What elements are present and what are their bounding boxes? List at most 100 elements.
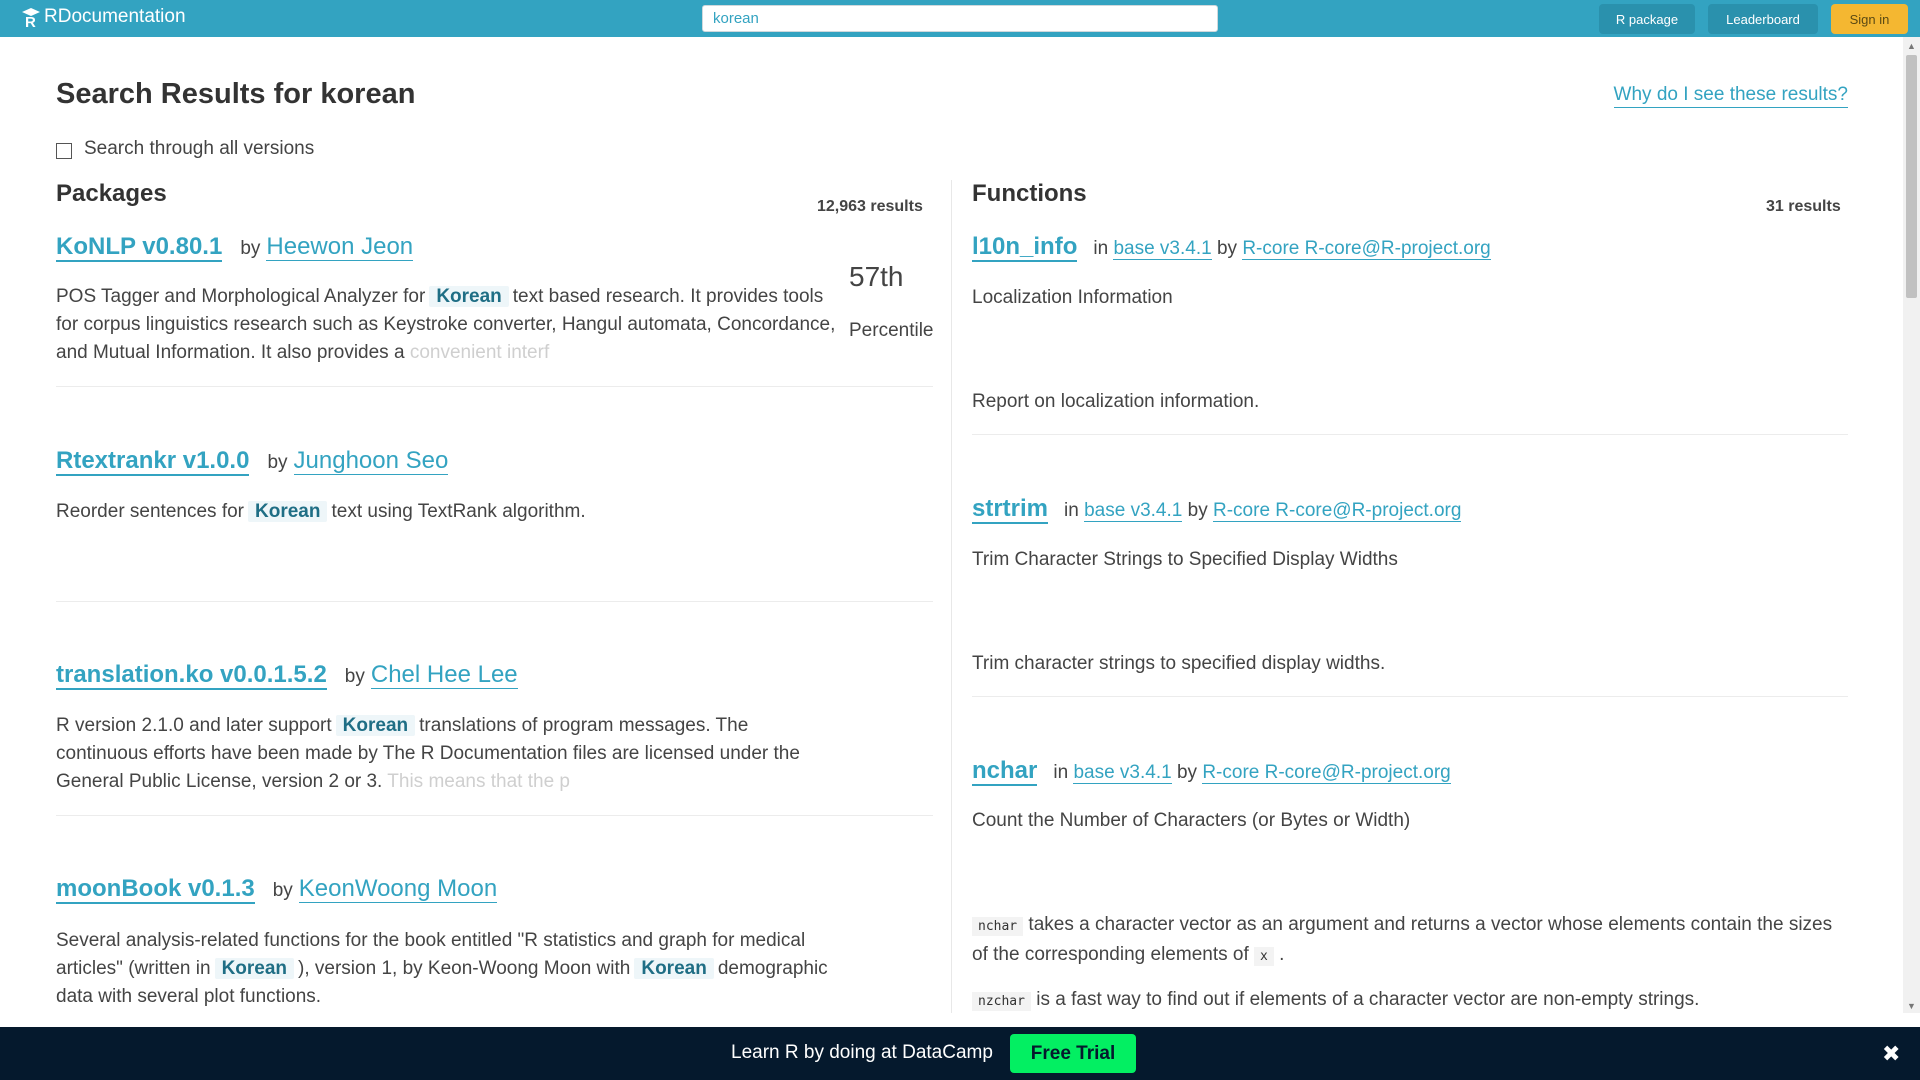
- function-meta: in base v3.4.1 by R-core R-core@R-projec…: [1053, 762, 1451, 784]
- sign-in-button[interactable]: Sign in: [1831, 4, 1908, 34]
- search-highlight: Korean: [429, 286, 509, 307]
- desc-text: takes a character vector as an argument …: [972, 914, 1833, 965]
- package-item: KoNLP v0.80.1 by Heewon Jeon: [56, 234, 414, 262]
- function-description: Trim character strings to specified disp…: [972, 653, 1386, 674]
- in-label: in: [1093, 238, 1109, 259]
- package-description: Reorder sentences for Korean text using Te…: [56, 498, 846, 526]
- package-item: moonBook v0.1.3 by KeonWoong Moon: [56, 876, 498, 904]
- function-title: Trim Character Strings to Specified Disp…: [972, 549, 1398, 570]
- all-versions-checkbox[interactable]: [56, 143, 72, 159]
- package-item: Rtextrankr v1.0.0 by Junghoon Seo: [56, 448, 449, 476]
- percentile-value: 57th: [849, 261, 904, 292]
- page-scrollbar[interactable]: ▲ ▼: [1903, 37, 1920, 1013]
- search-highlight: Korean: [248, 501, 328, 522]
- function-description: nzchar is a fast way to find out if elem…: [972, 986, 1848, 1013]
- desc-text: POS Tagger and Morphological Analyzer fo…: [56, 286, 426, 307]
- function-package-link[interactable]: base v3.4.1: [1073, 762, 1172, 784]
- all-versions-toggle[interactable]: Search through all versions: [56, 138, 314, 160]
- svg-text:R: R: [25, 14, 36, 28]
- function-package-link[interactable]: base v3.4.1: [1113, 238, 1212, 260]
- inline-code: nzchar: [972, 992, 1031, 1011]
- package-name-link[interactable]: moonBook v0.1.3: [56, 876, 255, 904]
- desc-fade-text: This means that the p: [387, 771, 570, 792]
- by-label: by: [240, 238, 261, 259]
- in-label: in: [1064, 500, 1079, 521]
- package-name-link[interactable]: translation.ko v0.0.1.5.2: [56, 662, 327, 690]
- function-name-link[interactable]: nchar: [972, 758, 1038, 786]
- package-author-link[interactable]: Chel Hee Lee: [370, 662, 518, 689]
- desc-text: text using TextRank algorithm.: [331, 501, 586, 522]
- function-name-link[interactable]: strtrim: [972, 496, 1049, 524]
- scroll-up-arrow-icon[interactable]: ▲: [1903, 41, 1920, 51]
- search-highlight: Korean: [214, 958, 295, 979]
- functions-count: 31 results: [1766, 198, 1841, 215]
- graduation-cap-r-icon: R: [20, 6, 42, 28]
- function-description: nchar takes a character vector as an arg…: [972, 911, 1848, 971]
- desc-fade-text: convenient interf: [409, 342, 550, 363]
- search-highlight: Korean: [335, 715, 416, 736]
- packages-heading: Packages: [56, 180, 167, 207]
- divider: [56, 601, 933, 602]
- by-label: by: [344, 666, 365, 687]
- function-title: Count the Number of Characters (or Bytes…: [972, 810, 1411, 831]
- function-title: Localization Information: [972, 287, 1173, 308]
- why-results-link[interactable]: Why do I see these results?: [1613, 83, 1848, 108]
- function-item: l10n_info in base v3.4.1 by R-core R-cor…: [972, 234, 1491, 262]
- function-item: strtrim in base v3.4.1 by R-core R-core@…: [972, 496, 1462, 524]
- datacamp-banner: Learn R by doing at DataCamp Free Trial …: [0, 1027, 1920, 1080]
- divider: [972, 696, 1848, 697]
- by-label: by: [267, 452, 288, 473]
- function-item: nchar in base v3.4.1 by R-core R-core@R-…: [972, 758, 1451, 786]
- logo-text: RDocumentation: [44, 6, 186, 27]
- top-navbar: R RDocumentation R package Leaderboard S…: [0, 0, 1920, 37]
- function-meta: in base v3.4.1 by R-core R-core@R-projec…: [1064, 500, 1462, 522]
- desc-text: ), version 1, by Keon-Woong Moon with: [298, 958, 631, 979]
- desc-text: .: [1279, 944, 1285, 965]
- by-label: by: [1216, 238, 1238, 259]
- by-label: by: [272, 880, 293, 901]
- function-description: Report on localization information.: [972, 391, 1260, 412]
- function-author-link[interactable]: R-core R-core@R-project.org: [1213, 500, 1462, 522]
- leaderboard-button[interactable]: Leaderboard: [1708, 4, 1818, 34]
- package-description: R version 2.1.0 and later support Korean t…: [56, 712, 836, 796]
- by-label: by: [1187, 500, 1208, 521]
- desc-text: Reorder sentences for: [56, 501, 244, 522]
- functions-heading: Functions: [972, 180, 1087, 207]
- function-author-link[interactable]: R-core R-core@R-project.org: [1202, 762, 1451, 784]
- package-name-link[interactable]: KoNLP v0.80.1: [56, 234, 223, 262]
- inline-code: nchar: [972, 917, 1024, 936]
- packages-count: 12,963 results: [817, 198, 923, 215]
- function-meta: in base v3.4.1 by R-core R-core@R-projec…: [1093, 238, 1491, 260]
- desc-text: is a fast way to find out if elements of…: [1036, 989, 1700, 1010]
- scroll-down-arrow-icon[interactable]: ▼: [1903, 1001, 1920, 1011]
- inline-code: x: [1254, 947, 1274, 966]
- scroll-thumb[interactable]: [1906, 55, 1917, 298]
- package-author-link[interactable]: KeonWoong Moon: [298, 876, 498, 903]
- all-versions-label: Search through all versions: [84, 138, 315, 159]
- rdocumentation-logo[interactable]: R RDocumentation: [20, 6, 186, 28]
- in-label: in: [1053, 762, 1069, 783]
- divider: [56, 815, 933, 816]
- r-package-button[interactable]: R package: [1599, 4, 1695, 34]
- package-author-link[interactable]: Heewon Jeon: [266, 234, 414, 261]
- search-highlight: Korean: [634, 958, 714, 979]
- package-name-link[interactable]: Rtextrankr v1.0.0: [56, 448, 250, 476]
- function-author-link[interactable]: R-core R-core@R-project.org: [1242, 238, 1491, 260]
- by-label: by: [1176, 762, 1198, 783]
- banner-text: Learn R by doing at DataCamp: [731, 1042, 993, 1063]
- search-input[interactable]: [702, 5, 1218, 32]
- close-icon[interactable]: ✖: [1882, 1041, 1900, 1067]
- package-item: translation.ko v0.0.1.5.2 by Chel Hee Le…: [56, 662, 518, 690]
- divider: [56, 386, 933, 387]
- divider: [972, 434, 1848, 435]
- package-author-link[interactable]: Junghoon Seo: [293, 448, 449, 475]
- page-title: Search Results for korean: [56, 78, 416, 110]
- free-trial-button[interactable]: Free Trial: [1010, 1034, 1136, 1073]
- package-description: Several analysis-related functions for t…: [56, 927, 846, 1013]
- package-description: POS Tagger and Morphological Analyzer fo…: [56, 283, 836, 367]
- desc-text: R version 2.1.0 and later support: [56, 715, 332, 736]
- percentile-label: Percentile: [849, 320, 934, 341]
- column-divider: [951, 180, 952, 1013]
- function-package-link[interactable]: base v3.4.1: [1084, 500, 1183, 522]
- function-name-link[interactable]: l10n_info: [972, 234, 1078, 262]
